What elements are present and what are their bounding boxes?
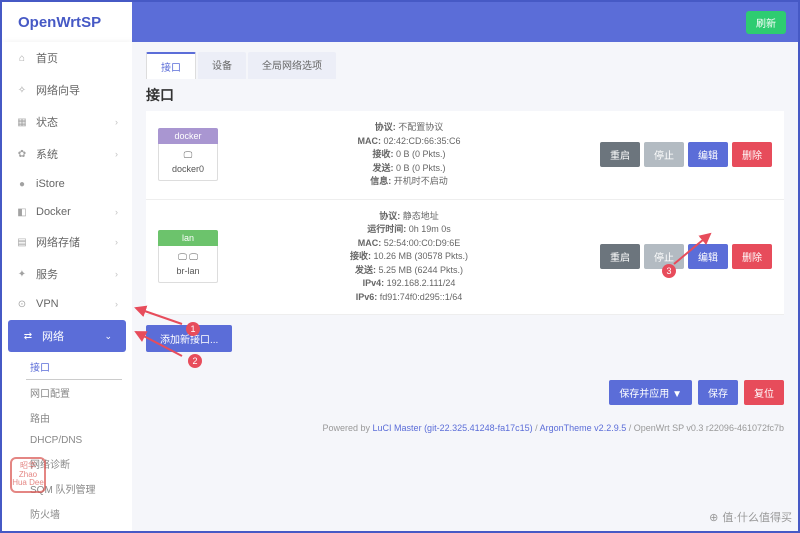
chevron-icon: › [115, 269, 118, 279]
sidebar-sub-3[interactable]: DHCP/DNS [2, 430, 132, 451]
sidebar-item-2[interactable]: ▦ 状态 › [2, 106, 132, 138]
sidebar-sub-0[interactable]: 接口 [26, 354, 122, 380]
restart-button[interactable]: 重启 [600, 142, 640, 167]
sidebar-item-8[interactable]: ⊙ VPN › [2, 290, 132, 318]
sidebar-item-4[interactable]: ● iStore [2, 170, 132, 198]
sidebar-icon: ⊙ [16, 298, 28, 310]
interface-badge: docker 🖵 docker0 [158, 128, 218, 181]
sidebar-icon: ⇄ [22, 330, 34, 342]
header: 刷新 [132, 2, 798, 42]
interface-device: br-lan [159, 266, 217, 276]
sidebar-icon: ✿ [16, 148, 28, 160]
chevron-icon: › [115, 299, 118, 309]
sidebar-item-5[interactable]: ◧ Docker › [2, 198, 132, 226]
interface-row: docker 🖵 docker0 协议: 不配置协议MAC: 02:42:CD:6… [146, 111, 784, 200]
apply-button[interactable]: 保存并应用 ▼ [609, 380, 692, 405]
page-title: 接口 [146, 85, 784, 105]
save-button[interactable]: 保存 [698, 380, 738, 405]
device-icon: 🖵 🖵 [159, 252, 217, 263]
tabs: 接口设备全局网络选项 [146, 52, 784, 79]
interface-badge: lan 🖵 🖵 br-lan [158, 230, 218, 283]
sidebar-item-label: 网络向导 [36, 82, 80, 98]
edit-button[interactable]: 编辑 [688, 142, 728, 167]
sidebar-item-label: 网络存储 [36, 234, 80, 250]
refresh-button[interactable]: 刷新 [746, 11, 786, 34]
sidebar-item-1[interactable]: ✧ 网络向导 [2, 74, 132, 106]
watermark: ⊕ 值·什么值得买 [709, 509, 792, 525]
sidebar-item-0[interactable]: ⌂ 首页 [2, 42, 132, 74]
sidebar-item-label: 服务 [36, 266, 58, 282]
stop-button[interactable]: 停止 [644, 142, 684, 167]
sidebar-icon: ✦ [16, 268, 28, 280]
chevron-icon: ⌄ [104, 331, 112, 342]
sidebar-item-label: iStore [36, 178, 65, 190]
main-content: 接口设备全局网络选项 接口 docker 🖵docker0 协议: 不配置协议M… [132, 42, 798, 531]
sidebar-item-label: VPN [36, 298, 59, 310]
sidebar-item-7[interactable]: ✦ 服务 › [2, 258, 132, 290]
sidebar-icon: ◧ [16, 206, 28, 218]
watermark-icon: ⊕ [709, 511, 718, 524]
reset-button[interactable]: 复位 [744, 380, 784, 405]
sidebar-item-9[interactable]: ⇄ 网络 ⌄ [8, 320, 126, 352]
sidebar-sub-1[interactable]: 网口配置 [2, 380, 132, 405]
sidebar-sub-6[interactable]: 防火墙 [2, 501, 132, 526]
sidebar-item-label: 网络 [42, 328, 64, 344]
chevron-icon: › [115, 237, 118, 247]
delete-button[interactable]: 删除 [732, 142, 772, 167]
sidebar-item-3[interactable]: ✿ 系统 › [2, 138, 132, 170]
interface-device: docker0 [159, 164, 217, 174]
tab-2[interactable]: 全局网络选项 [248, 52, 336, 79]
sidebar-icon: ● [16, 178, 28, 190]
sidebar-item-label: Docker [36, 206, 71, 218]
bottom-actions: 保存并应用 ▼ 保存 复位 [146, 380, 784, 405]
luci-link[interactable]: LuCI Master (git-22.325.41248-fa17c15) [373, 423, 533, 433]
chevron-icon: › [115, 207, 118, 217]
interface-info: 协议: 不配置协议MAC: 02:42:CD:66:35:C6接收: 0 B (… [218, 121, 600, 189]
tab-0[interactable]: 接口 [146, 52, 196, 79]
sidebar-item-label: 首页 [36, 50, 58, 66]
interface-info: 协议: 静态地址运行时间: 0h 19m 0sMAC: 52:54:00:C0:… [218, 210, 600, 305]
interface-name: lan [158, 230, 218, 246]
seal-stamp: 昭华 Zhao Hua Dee [10, 457, 46, 493]
delete-button[interactable]: 删除 [732, 244, 772, 269]
sidebar-sub-2[interactable]: 路由 [2, 405, 132, 430]
tab-1[interactable]: 设备 [198, 52, 246, 79]
sidebar-item-label: 系统 [36, 146, 58, 162]
sidebar-item-6[interactable]: ▤ 网络存储 › [2, 226, 132, 258]
sidebar-icon: ⌂ [16, 52, 28, 64]
interface-actions: 重启 停止 编辑 删除 [600, 142, 772, 167]
sidebar-sub-7[interactable]: 多线多拨 [2, 526, 132, 531]
sidebar-icon: ▤ [16, 236, 28, 248]
theme-link[interactable]: ArgonTheme v2.2.9.5 [540, 423, 627, 433]
sidebar-item-label: 状态 [36, 114, 58, 130]
device-icon: 🖵 [159, 150, 217, 161]
chevron-icon: › [115, 117, 118, 127]
logo: OpenWrtSP [2, 2, 132, 42]
sidebar-icon: ✧ [16, 84, 28, 96]
restart-button[interactable]: 重启 [600, 244, 640, 269]
sidebar-icon: ▦ [16, 116, 28, 128]
interface-name: docker [158, 128, 218, 144]
footer: Powered by LuCI Master (git-22.325.41248… [146, 423, 784, 433]
chevron-icon: › [115, 149, 118, 159]
